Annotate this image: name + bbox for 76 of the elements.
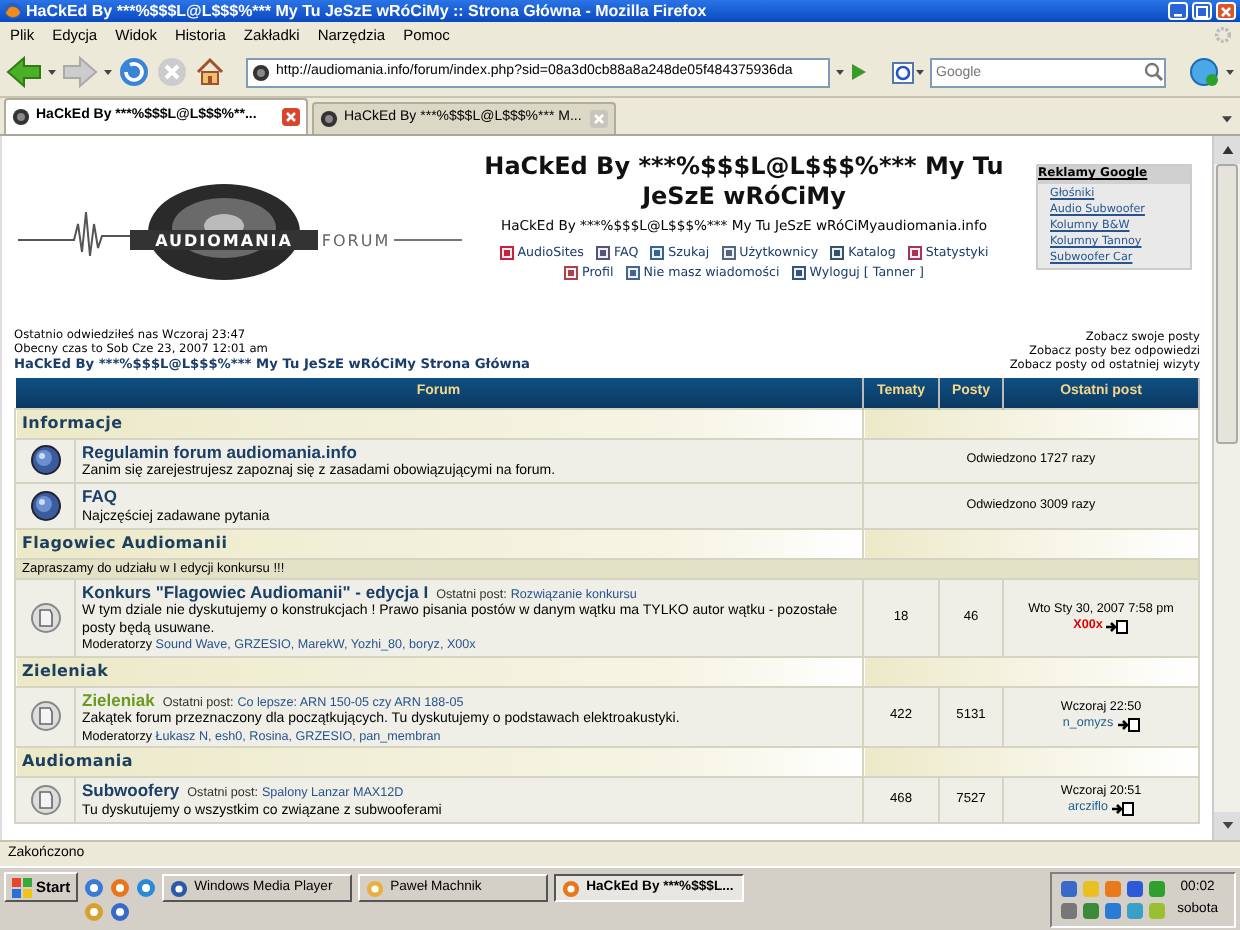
folder-icon — [29, 601, 61, 634]
back-button[interactable] — [6, 56, 42, 88]
maximize-icon — [1196, 5, 1208, 17]
globe-icon — [1188, 56, 1220, 88]
forum-title[interactable]: Konkurs "Flagowiec Audiomanii" - edycja I — [82, 582, 429, 603]
house-icon — [194, 56, 226, 88]
caret-icon — [48, 69, 56, 75]
up-arrow-icon — [1221, 146, 1233, 154]
scrollbar-thumb[interactable] — [1216, 164, 1238, 444]
firefox-icon — [4, 2, 22, 20]
category-title: Informacje — [15, 408, 863, 438]
close-button[interactable] — [1216, 2, 1236, 20]
quick-launch-icon[interactable] — [84, 901, 105, 921]
app-icon — [562, 879, 581, 897]
caret-icon — [1222, 116, 1232, 124]
forum-title[interactable]: Regulamin forum audiomania.info — [82, 441, 357, 461]
forum-title[interactable]: Subwoofery — [82, 780, 180, 801]
folder-icon — [29, 700, 61, 733]
app-icon — [366, 879, 385, 897]
down-arrow-icon — [1221, 822, 1233, 830]
category-title: Audiomania — [15, 747, 863, 778]
scroll-down-button[interactable] — [1214, 812, 1240, 840]
stop-icon — [156, 56, 188, 88]
caret-icon — [836, 69, 844, 75]
maximize-button[interactable] — [1192, 2, 1212, 20]
page-icon — [564, 265, 579, 280]
go-to-post-icon[interactable] — [1106, 619, 1129, 633]
right-arrow-icon — [62, 56, 98, 88]
close-icon — [590, 110, 608, 128]
sphere-icon — [29, 444, 61, 477]
logo-drawing: AUDIOMANIA FORUM — [14, 172, 464, 292]
close-icon — [282, 108, 300, 126]
quick-launch-icon[interactable] — [136, 877, 157, 897]
speaker-icon — [12, 108, 30, 126]
category-title: Flagowiec Audiomanii — [15, 529, 863, 560]
globe-button[interactable] — [1188, 56, 1220, 88]
left-arrow-icon — [6, 56, 42, 88]
page-icon — [721, 246, 736, 261]
page-icon — [830, 246, 845, 261]
scroll-up-button[interactable] — [1214, 136, 1240, 164]
tab-list-button[interactable] — [1222, 116, 1232, 124]
windows-flag-icon — [12, 877, 32, 897]
page-icon — [791, 265, 806, 280]
spinner-icon — [1214, 26, 1232, 44]
caret-icon — [104, 69, 112, 75]
triangle-arrow-icon — [850, 62, 868, 82]
dropdown-button[interactable] — [836, 69, 844, 75]
go-to-post-icon[interactable] — [1117, 718, 1140, 733]
dropdown-button[interactable] — [104, 69, 112, 75]
speaker-icon — [320, 110, 338, 128]
reload-icon — [118, 56, 150, 88]
caret-icon — [916, 69, 924, 75]
dropdown-button[interactable] — [1226, 69, 1234, 75]
page-icon — [907, 246, 922, 261]
category-title: Zieleniak — [15, 656, 863, 687]
site-title: HaCkEd By ***%$$$L@L$$$%*** My Tu JeSzE wRóCiMy — [482, 152, 1006, 212]
page-icon — [499, 246, 514, 261]
quick-launch-icon[interactable] — [84, 877, 105, 897]
search-engine-button[interactable] — [892, 61, 924, 83]
folder-icon — [29, 784, 61, 816]
go-to-post-icon[interactable] — [1111, 801, 1134, 816]
dropdown-button[interactable] — [48, 69, 56, 75]
sphere-icon — [29, 490, 61, 523]
minimize-button[interactable] — [1168, 2, 1188, 20]
quick-launch-icon[interactable] — [110, 877, 131, 897]
app-icon — [170, 879, 189, 897]
home-button[interactable] — [194, 56, 226, 88]
window-title: HaCkEd By ***%$$$L@L$$$%*** My Tu JeSzE wRóCiMy :: Strona Główna - Mozilla Firefox — [26, 1, 709, 21]
close-icon — [1220, 5, 1232, 17]
tab-close-button[interactable] — [282, 108, 300, 126]
forum-title[interactable]: FAQ — [82, 486, 117, 507]
quick-launch-icon[interactable] — [110, 901, 131, 921]
speaker-icon — [252, 63, 270, 81]
reload-button[interactable] — [118, 56, 150, 88]
caret-icon — [1226, 69, 1234, 75]
search-engine-icon — [892, 61, 914, 83]
